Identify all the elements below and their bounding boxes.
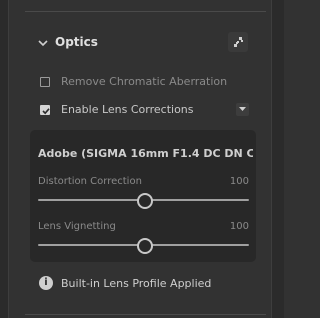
remove-chromatic-aberration-label: Remove Chromatic Aberration: [61, 75, 228, 88]
slider-label: Distortion Correction: [38, 176, 142, 187]
remove-chromatic-aberration-option[interactable]: Remove Chromatic Aberration: [25, 72, 266, 92]
slider-value[interactable]: 100: [230, 221, 249, 232]
optics-section-header[interactable]: Optics: [25, 32, 266, 54]
lens-profile-name[interactable]: Adobe (SIGMA 16mm F1.4 DC DN C01...: [38, 147, 253, 160]
panel-scrollbar[interactable]: [271, 0, 284, 318]
info-icon: i: [39, 276, 53, 290]
lens-profile-card: Adobe (SIGMA 16mm F1.4 DC DN C01... Dist…: [30, 130, 256, 262]
expand-button[interactable]: [228, 32, 248, 52]
slider-value[interactable]: 100: [230, 176, 249, 187]
lens-profile-status-text: Built-in Lens Profile Applied: [61, 277, 212, 290]
lens-corrections-dropdown[interactable]: [236, 103, 249, 116]
lens-profile-status: i Built-in Lens Profile Applied: [25, 274, 266, 294]
remove-chromatic-aberration-checkbox[interactable]: [40, 77, 50, 87]
top-divider: [0, 0, 284, 12]
lens-vignetting-slider[interactable]: Lens Vignetting 100: [38, 221, 249, 257]
bottom-divider: [25, 314, 266, 315]
section-title: Optics: [55, 35, 98, 49]
caret-down-icon: [239, 107, 246, 111]
distortion-correction-slider[interactable]: Distortion Correction 100: [38, 176, 249, 212]
optics-panel: Optics Remove Chromatic Aberration Enabl…: [25, 20, 266, 312]
left-panel-edge: [0, 0, 9, 318]
expand-icon: [234, 37, 243, 47]
enable-lens-corrections-checkbox[interactable]: [40, 105, 50, 115]
slider-label: Lens Vignetting: [38, 221, 116, 232]
enable-lens-corrections-option[interactable]: Enable Lens Corrections: [25, 100, 266, 120]
slider-thumb[interactable]: [136, 238, 153, 254]
enable-lens-corrections-label: Enable Lens Corrections: [61, 103, 194, 116]
chevron-down-icon[interactable]: [36, 35, 50, 49]
slider-thumb[interactable]: [136, 193, 153, 209]
